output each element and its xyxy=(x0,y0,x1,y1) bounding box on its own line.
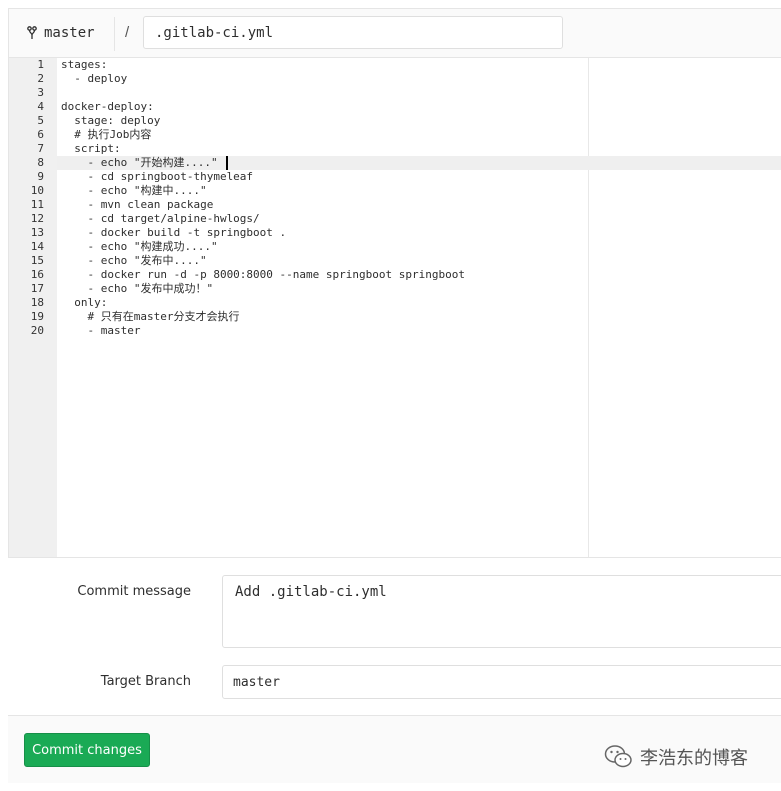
code-line: # 只有在master分支才会执行 xyxy=(61,310,240,323)
line-number: 4 xyxy=(37,100,44,113)
code-line: # 执行Job内容 xyxy=(61,128,152,141)
code-line: - echo "发布中成功！" xyxy=(61,282,214,295)
code-line: only: xyxy=(61,296,108,309)
code-line: - echo "开始构建...." xyxy=(61,156,218,169)
line-number: 15 xyxy=(30,254,44,267)
branch-indicator: master xyxy=(27,23,95,43)
commit-message-label: Commit message xyxy=(77,584,191,599)
line-number: 11 xyxy=(30,198,44,211)
line-number: 20 xyxy=(30,324,44,337)
code-line: - echo "发布中...." xyxy=(61,254,207,267)
file-name-input[interactable] xyxy=(143,16,563,49)
line-number: 18 xyxy=(30,296,44,309)
code-line: - echo "构建中...." xyxy=(61,184,207,197)
line-number: 13 xyxy=(30,226,44,239)
code-line: stages: xyxy=(61,58,108,71)
line-number: 6 xyxy=(37,128,44,141)
line-number: 5 xyxy=(37,114,44,127)
header-divider xyxy=(114,17,115,51)
git-branch-icon xyxy=(27,26,37,40)
line-number: 9 xyxy=(37,170,44,183)
target-branch-label: Target Branch xyxy=(100,674,191,689)
code-line: - master xyxy=(61,324,141,337)
code-line: - docker build -t springboot . xyxy=(61,226,287,239)
target-branch-field[interactable] xyxy=(222,665,781,699)
file-header: master / xyxy=(8,8,781,58)
code-line: stage: deploy xyxy=(61,114,161,127)
watermark-text: 李浩东的博客 xyxy=(640,748,748,769)
commit-message-field[interactable]: Add .gitlab-ci.yml xyxy=(222,575,781,648)
code-line: script: xyxy=(61,142,121,155)
line-number: 17 xyxy=(30,282,44,295)
code-line: - cd target/alpine-hwlogs/ xyxy=(61,212,260,225)
line-number: 10 xyxy=(30,184,44,197)
branch-name: master xyxy=(44,25,95,41)
commit-changes-button[interactable]: Commit changes xyxy=(24,733,150,767)
line-number: 12 xyxy=(30,212,44,225)
path-separator: / xyxy=(125,24,130,41)
code-line: docker-deploy: xyxy=(61,100,154,113)
code-line: - echo "构建成功...." xyxy=(61,240,218,253)
line-number: 8 xyxy=(37,156,44,169)
text-cursor xyxy=(226,156,228,170)
code-editor[interactable]: 1 2 3 4 5 6 7 8 9 10 11 12 13 14 15 16 17 18 19 20 stages: … xyxy=(8,58,781,558)
print-margin xyxy=(588,58,589,557)
code-line: - mvn clean package xyxy=(61,198,214,211)
line-number: 19 xyxy=(30,310,44,323)
line-number: 2 xyxy=(37,72,44,85)
line-number: 7 xyxy=(37,142,44,155)
line-number: 16 xyxy=(30,268,44,281)
line-number-gutter: 1 2 3 4 5 6 7 8 9 10 11 12 13 14 15 16 17 18 19 20 xyxy=(9,58,57,557)
watermark: 李浩东的博客 xyxy=(604,742,748,772)
line-number: 14 xyxy=(30,240,44,253)
code-line: - docker run -d -p 8000:8000 --name spri… xyxy=(61,268,465,281)
wechat-icon xyxy=(604,744,634,770)
code-line: - deploy xyxy=(61,72,128,85)
code-line: - cd springboot-thymeleaf xyxy=(61,170,254,183)
line-number: 1 xyxy=(37,58,44,71)
line-number: 3 xyxy=(37,86,44,99)
